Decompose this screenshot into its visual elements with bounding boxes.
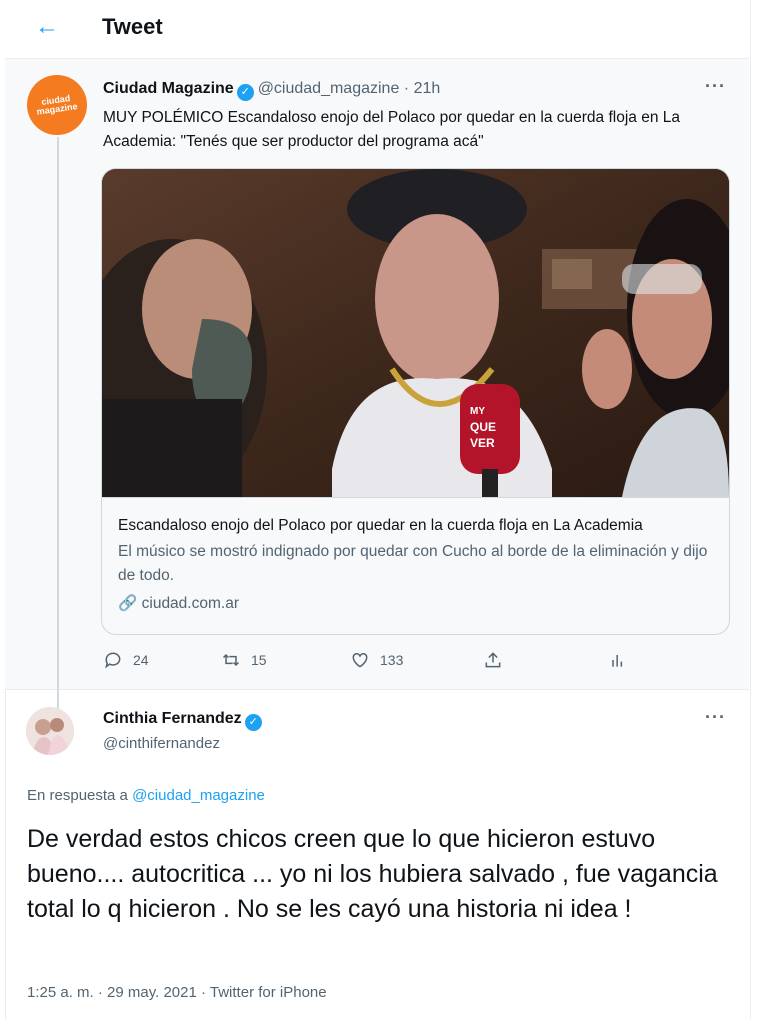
tweet-timestamp[interactable]: 1:25 a. m. (27, 984, 94, 1001)
page-title: Tweet (102, 14, 163, 39)
tweet-actions: 24 15 133 (103, 650, 623, 676)
more-options-icon[interactable]: ··· (705, 707, 726, 728)
reply-button[interactable]: 24 (103, 650, 149, 670)
tweet-meta: 1:25 a. m. · 29 may. 2021 · Twitter for … (27, 984, 327, 1001)
link-icon: 🔗 (118, 595, 138, 612)
analytics-button[interactable] (608, 650, 628, 670)
avatar[interactable] (26, 707, 74, 755)
tweet-time[interactable]: 21h (414, 80, 441, 97)
avatar[interactable]: ciudad magazine (27, 75, 87, 135)
reply-context: En respuesta a @ciudad_magazine (27, 787, 265, 804)
like-count: 133 (380, 652, 404, 668)
tweet-text: MUY POLÉMICO Escandaloso enojo del Polac… (103, 109, 681, 150)
link-card[interactable]: MY QUE VER Escandaloso enojo del Polaco … (101, 168, 730, 635)
more-options-icon[interactable]: ··· (705, 76, 726, 97)
card-photo-illustration: MY QUE VER (102, 169, 729, 497)
parent-tweet-header: Ciudad Magazine ✓ @ciudad_magazine · 21h (103, 80, 440, 101)
mic-flag-text-2: QUE (470, 420, 496, 434)
card-domain-text: ciudad.com.ar (141, 595, 239, 612)
separator-dot: · (399, 80, 414, 97)
like-button[interactable]: 133 (350, 650, 403, 670)
share-icon (485, 652, 501, 668)
mic-flag-text-3: VER (470, 436, 495, 450)
separator-dot: · (196, 984, 210, 1001)
card-description: El músico se mostró indignado por quedar… (118, 543, 708, 584)
tweet-date[interactable]: 29 may. 2021 (107, 984, 197, 1001)
reply-to-link[interactable]: @ciudad_magazine (132, 787, 265, 804)
retweet-icon (222, 653, 240, 667)
reply-prefix: En respuesta a (27, 787, 128, 804)
verified-badge-icon: ✓ (236, 84, 254, 101)
tweet-source[interactable]: Twitter for iPhone (210, 984, 327, 1001)
retweet-button[interactable]: 15 (221, 650, 267, 670)
author-handle[interactable]: @cinthifernandez (103, 735, 220, 752)
analytics-icon (612, 655, 623, 667)
author-name[interactable]: Cinthia Fernandez (103, 710, 242, 727)
thread-connector-line (57, 137, 59, 712)
avatar-photo (26, 707, 74, 755)
share-button[interactable] (483, 650, 503, 670)
reply-author-header: Cinthia Fernandez ✓ (103, 710, 266, 731)
separator-dot: · (93, 984, 108, 1001)
retweet-count: 15 (251, 652, 267, 668)
page-header: ← Tweet (5, 0, 749, 59)
author-name[interactable]: Ciudad Magazine (103, 80, 234, 97)
reply-count: 24 (133, 652, 149, 668)
avatar-logo: ciudad magazine (36, 93, 79, 117)
arrow-left-icon[interactable]: ← (35, 14, 61, 40)
reply-icon (105, 652, 121, 669)
card-image: MY QUE VER (102, 169, 729, 498)
reply-text: De verdad estos chicos creen que lo que … (27, 825, 718, 923)
heart-icon (352, 652, 368, 668)
verified-badge-icon: ✓ (244, 714, 262, 731)
author-handle[interactable]: @ciudad_magazine (258, 80, 400, 97)
card-title: Escandaloso enojo del Polaco por quedar … (118, 517, 643, 534)
mic-flag-text-1: MY (470, 406, 485, 417)
card-body: Escandaloso enojo del Polaco por quedar … (118, 514, 718, 616)
card-domain: 🔗 ciudad.com.ar (118, 592, 718, 616)
